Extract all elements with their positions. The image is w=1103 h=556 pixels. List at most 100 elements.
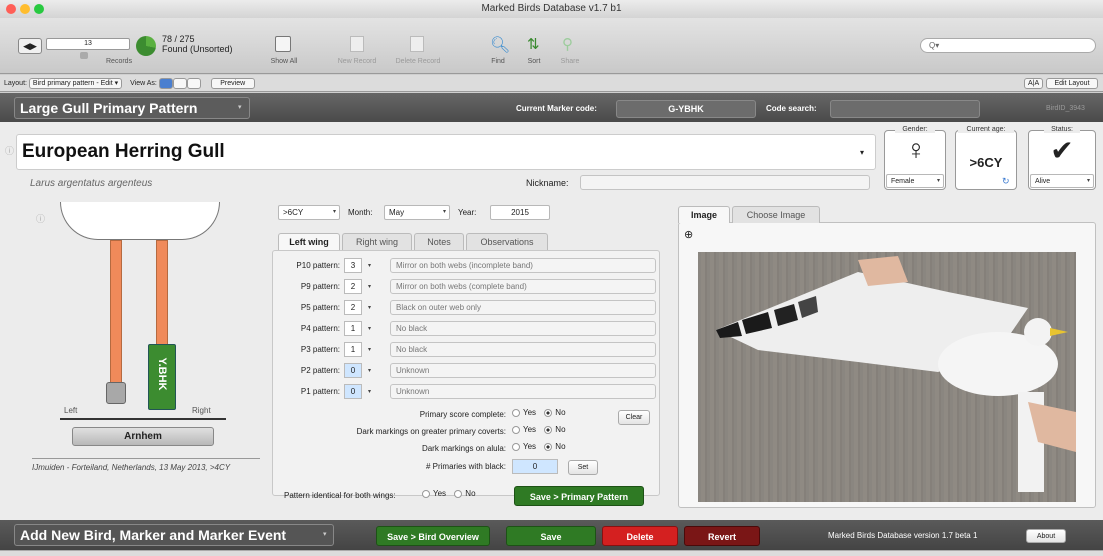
tab-right-wing[interactable]: Right wing — [342, 233, 412, 250]
preview-button[interactable]: Preview — [210, 77, 255, 89]
coverts-radios: Yes No — [512, 425, 566, 434]
score-yes-radio[interactable] — [512, 408, 520, 417]
view-list-button[interactable] — [172, 77, 187, 89]
minimize-window-button[interactable] — [20, 4, 30, 14]
pattern-chevron-icon[interactable]: ▾ — [368, 388, 371, 395]
view-table-button[interactable] — [186, 77, 201, 89]
text-size-button[interactable]: A|A — [1024, 78, 1044, 89]
quick-search-input[interactable]: Q▾ — [920, 38, 1096, 53]
pattern-chevron-icon[interactable]: ▾ — [368, 304, 371, 311]
pattern-chevron-icon[interactable]: ▾ — [368, 325, 371, 332]
show-all-button[interactable]: Show All — [262, 58, 306, 65]
pattern-value[interactable]: 2 — [344, 300, 362, 315]
pattern-value[interactable]: 1 — [344, 321, 362, 336]
metal-ring — [106, 382, 126, 404]
score-yes-label: Yes — [523, 408, 537, 417]
sort-button[interactable]: Sort — [524, 58, 544, 65]
pattern-description[interactable]: No black — [390, 342, 656, 357]
pattern-value[interactable]: 2 — [344, 279, 362, 294]
save-primary-pattern-button[interactable]: Save > Primary Pattern — [514, 486, 644, 506]
find-magnifier-icon[interactable]: 🔍︎ — [490, 35, 510, 55]
tab-notes[interactable]: Notes — [414, 233, 464, 250]
record-nav-arrows[interactable]: ◀▶ — [18, 38, 42, 54]
gender-select[interactable]: Female ▾ — [886, 174, 944, 188]
tab-left-wing[interactable]: Left wing — [278, 233, 340, 250]
pattern-description[interactable]: Unknown — [390, 363, 656, 378]
about-button[interactable]: About — [1026, 529, 1066, 543]
pattern-value[interactable]: 3 — [344, 258, 362, 273]
pattern-description[interactable]: Mirror on both webs (complete band) — [390, 279, 656, 294]
clear-button[interactable]: Clear — [618, 410, 650, 425]
identical-yes-label: Yes — [433, 489, 447, 498]
delete-record-button[interactable]: Delete Record — [390, 58, 446, 65]
score-no-radio[interactable] — [544, 408, 553, 417]
new-record-button[interactable]: New Record — [332, 58, 382, 65]
pattern-chevron-icon[interactable]: ▾ — [368, 346, 371, 353]
gender-label: Gender: — [895, 126, 935, 133]
year-input[interactable]: 2015 — [490, 205, 550, 220]
refresh-icon[interactable]: ↻ — [1002, 176, 1010, 187]
zoom-in-icon[interactable]: ⊕ — [684, 228, 693, 241]
pattern-chevron-icon[interactable]: ▾ — [368, 367, 371, 374]
primaries-black-value[interactable]: 0 — [512, 459, 558, 474]
identical-label: Pattern identical for both wings: — [284, 491, 396, 500]
delete-button[interactable]: Delete — [602, 526, 678, 546]
alula-yes-radio[interactable] — [512, 442, 520, 451]
new-record-icon[interactable] — [350, 36, 364, 52]
record-slider-handle[interactable] — [80, 52, 88, 59]
share-button[interactable]: Share — [558, 58, 582, 65]
month-select[interactable]: May ▾ — [384, 205, 450, 220]
pattern-description[interactable]: Black on outer web only — [390, 300, 656, 315]
tab-choose-image[interactable]: Choose Image — [732, 206, 820, 223]
pattern-label: P3 pattern: — [300, 345, 340, 354]
pattern-chevron-icon[interactable]: ▾ — [368, 283, 371, 290]
delete-record-icon[interactable] — [410, 36, 424, 52]
revert-button[interactable]: Revert — [684, 526, 760, 546]
find-button[interactable]: Find — [488, 58, 508, 65]
close-window-button[interactable] — [6, 4, 16, 14]
latin-name: Larus argentatus argenteus — [30, 178, 153, 189]
footer-chevron-icon: ▾ — [323, 531, 327, 538]
location-button[interactable]: Arnhem — [72, 427, 214, 446]
save-button[interactable]: Save — [506, 526, 596, 546]
identical-no-radio[interactable] — [454, 489, 463, 498]
set-button[interactable]: Set — [568, 460, 598, 475]
view-form-button[interactable] — [158, 77, 173, 89]
sort-icon[interactable]: ⇅ — [527, 35, 540, 53]
checkmark-icon: ✔ — [1050, 135, 1074, 166]
age-select[interactable]: >6CY ▾ — [278, 205, 340, 220]
pattern-description[interactable]: No black — [390, 321, 656, 336]
pattern-value[interactable]: 1 — [344, 342, 362, 357]
right-label: Right — [192, 406, 211, 415]
code-search-input[interactable] — [830, 100, 980, 118]
footer-title: Add New Bird, Marker and Marker Event — [20, 527, 287, 543]
alula-no-radio[interactable] — [544, 442, 553, 451]
pattern-row: P1 pattern: 0 ▾ Unknown — [278, 384, 656, 405]
record-number-field[interactable]: 13 — [46, 38, 130, 50]
pattern-chevron-icon[interactable]: ▾ — [368, 262, 371, 269]
share-icon[interactable]: ⚲ — [562, 35, 573, 53]
score-complete-label: Primary score complete: — [419, 410, 506, 419]
status-select[interactable]: Alive ▾ — [1030, 174, 1094, 188]
layout-label: Layout: — [4, 80, 27, 87]
pattern-description[interactable]: Unknown — [390, 384, 656, 399]
save-bird-overview-button[interactable]: Save > Bird Overview — [376, 526, 490, 546]
current-marker-field[interactable]: G-YBHK — [616, 100, 756, 118]
ground-line — [60, 418, 226, 420]
pattern-value[interactable]: 0 — [344, 363, 362, 378]
edit-layout-button[interactable]: Edit Layout — [1046, 78, 1098, 89]
coverts-no-radio[interactable] — [544, 425, 553, 434]
age-chevron-icon: ▾ — [332, 209, 336, 215]
layout-select[interactable]: Bird primary pattern - Edit ▾ — [28, 77, 123, 89]
tab-observations[interactable]: Observations — [466, 233, 548, 250]
show-all-icon[interactable] — [275, 36, 291, 52]
coverts-yes-radio[interactable] — [512, 425, 520, 434]
bird-body-shape — [60, 202, 220, 240]
identical-yes-radio[interactable] — [422, 489, 430, 498]
nickname-input[interactable] — [580, 175, 870, 190]
alula-no-label: No — [555, 442, 566, 451]
tab-image[interactable]: Image — [678, 206, 730, 223]
pattern-description[interactable]: Mirror on both webs (incomplete band) — [390, 258, 656, 273]
pattern-value[interactable]: 0 — [344, 384, 362, 399]
zoom-window-button[interactable] — [34, 4, 44, 14]
